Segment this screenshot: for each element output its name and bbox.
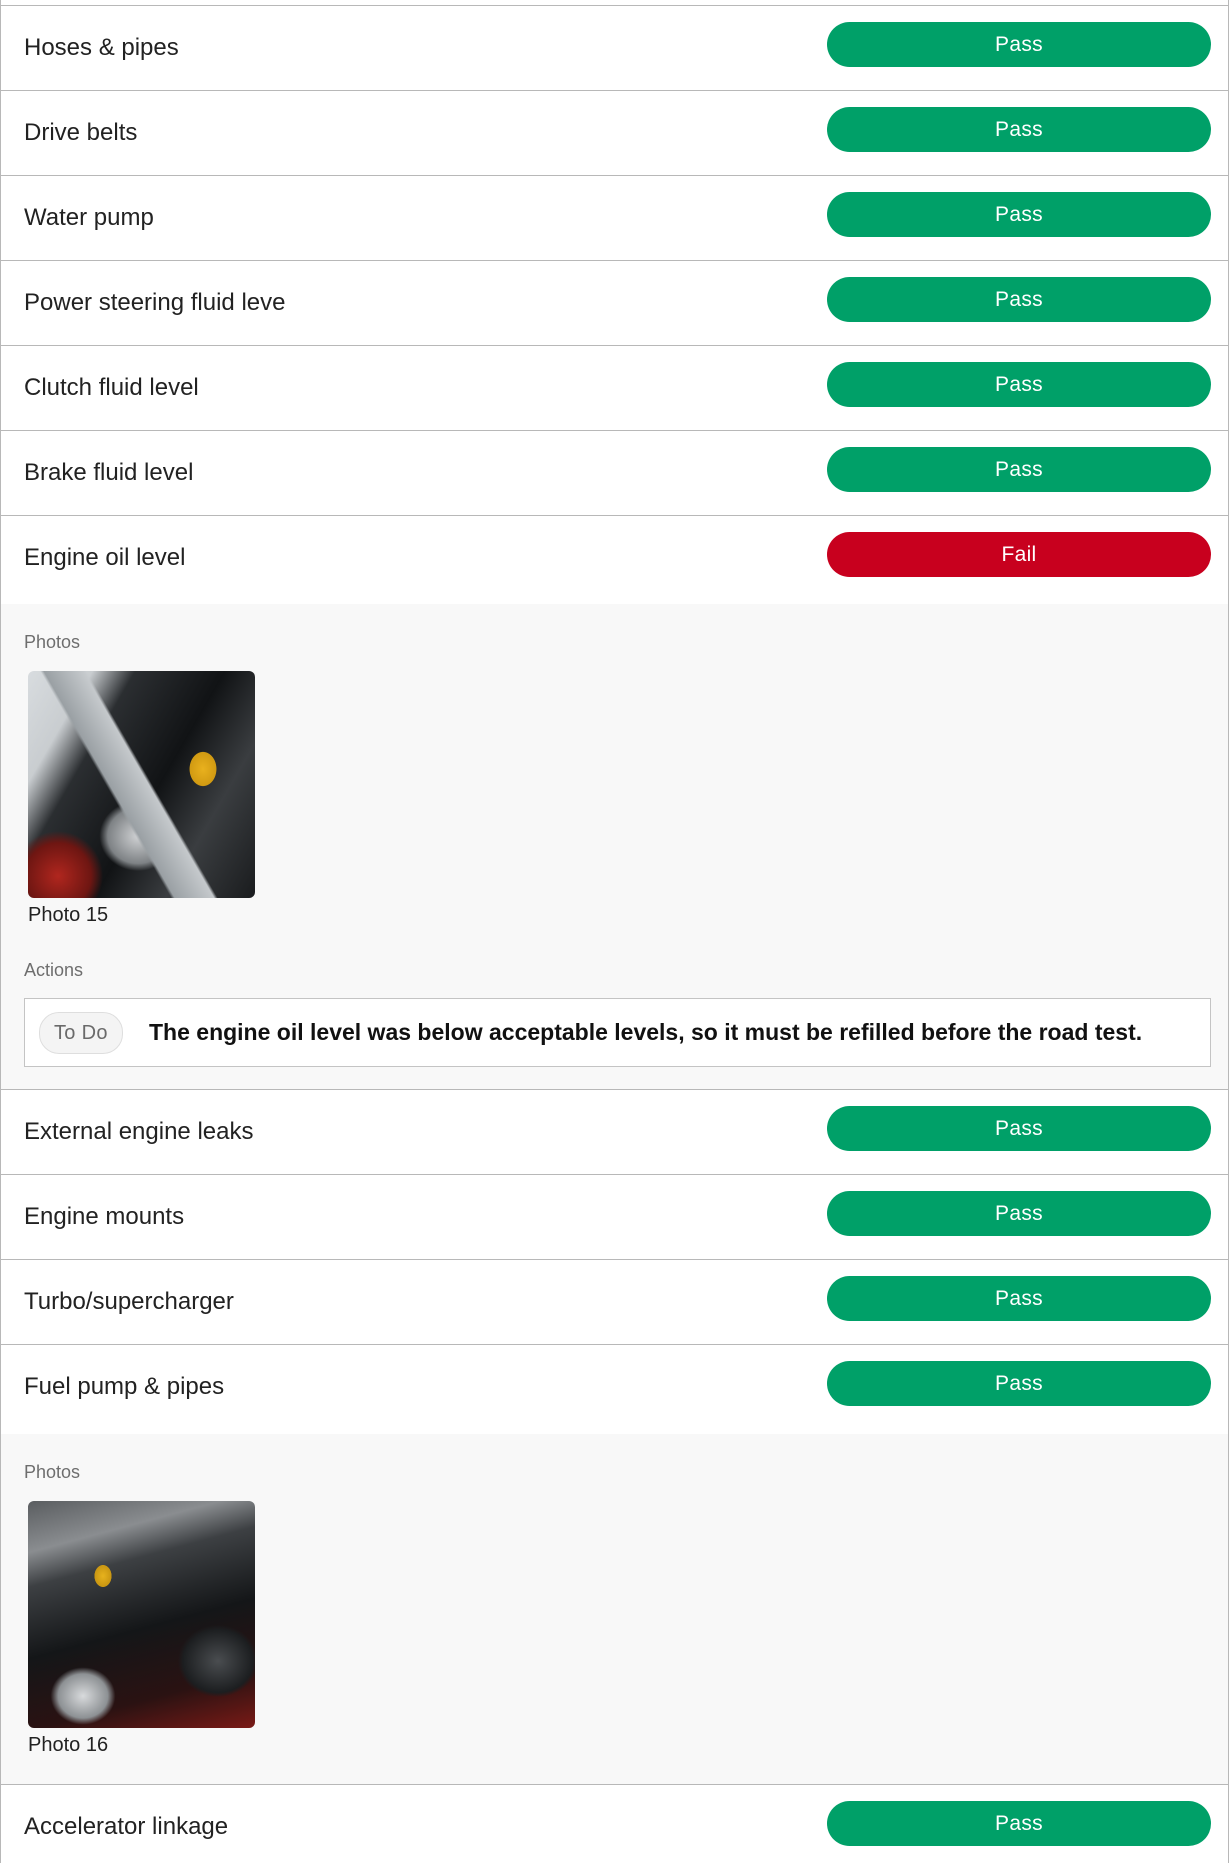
checklist-row-engine-mounts: Engine mounts Pass [1,1174,1228,1259]
checklist-row-power-steering: Power steering fluid leve Pass [1,260,1228,345]
checklist-row-drive-belts: Drive belts Pass [1,90,1228,175]
checklist-row-hoses: Hoses & pipes Pass [1,5,1228,90]
photos-section-title: Photos [24,632,81,652]
item-label: Fuel pump & pipes [24,1373,225,1400]
status-pass-button[interactable]: Pass [827,1361,1211,1406]
photo-caption: Photo 15 [28,904,109,926]
status-pass-button[interactable]: Pass [827,1801,1211,1846]
checklist-row-engine-oil: Engine oil level Fail [1,515,1228,600]
status-pass-button[interactable]: Pass [827,1106,1211,1151]
item-label: Brake fluid level [24,459,194,486]
item-label: Turbo/supercharger [24,1288,234,1315]
status-pass-button[interactable]: Pass [827,192,1211,237]
item-label: Hoses & pipes [24,34,179,61]
action-description: The engine oil level was below acceptabl… [149,1019,1143,1045]
checklist-row-brake-fluid: Brake fluid level Pass [1,430,1228,515]
action-item[interactable]: To Do The engine oil level was below acc… [24,998,1211,1067]
status-pass-button[interactable]: Pass [827,1276,1211,1321]
actions-section-title: Actions [24,960,84,980]
todo-status-badge: To Do [39,1012,123,1054]
item-label: Accelerator linkage [24,1813,229,1840]
photo-thumbnail[interactable] [28,1501,255,1728]
item-label: Power steering fluid leve [24,289,286,316]
checklist-row-turbo: Turbo/supercharger Pass [1,1259,1228,1344]
status-pass-button[interactable]: Pass [827,277,1211,322]
item-label: External engine leaks [24,1118,254,1145]
photos-section-title: Photos [24,1462,81,1482]
status-pass-button[interactable]: Pass [827,447,1211,492]
item-label: Engine mounts [24,1203,185,1230]
checklist-row-external-leaks: External engine leaks Pass [1,1089,1228,1174]
checklist-row-fuel-pump: Fuel pump & pipes Pass [1,1344,1228,1429]
checklist-row-water-pump: Water pump Pass [1,175,1228,260]
status-pass-button[interactable]: Pass [827,107,1211,152]
engine-oil-detail-panel: Photos Photo 15 Actions To Do The engine… [1,604,1228,1089]
status-pass-button[interactable]: Pass [827,1191,1211,1236]
inspection-checklist: Hoses & pipes Pass Drive belts Pass Wate… [0,0,1229,1863]
photo-caption: Photo 16 [28,1734,109,1756]
checklist-row-accelerator: Accelerator linkage Pass [1,1784,1228,1863]
photo-thumbnail[interactable] [28,671,255,898]
fuel-pump-detail-panel: Photos Photo 16 [1,1434,1228,1784]
item-label: Drive belts [24,119,138,146]
status-fail-button[interactable]: Fail [827,532,1211,577]
item-label: Engine oil level [24,544,186,571]
item-label: Clutch fluid level [24,374,199,401]
status-pass-button[interactable]: Pass [827,22,1211,67]
status-pass-button[interactable]: Pass [827,362,1211,407]
checklist-row-clutch-fluid: Clutch fluid level Pass [1,345,1228,430]
item-label: Water pump [24,204,154,231]
